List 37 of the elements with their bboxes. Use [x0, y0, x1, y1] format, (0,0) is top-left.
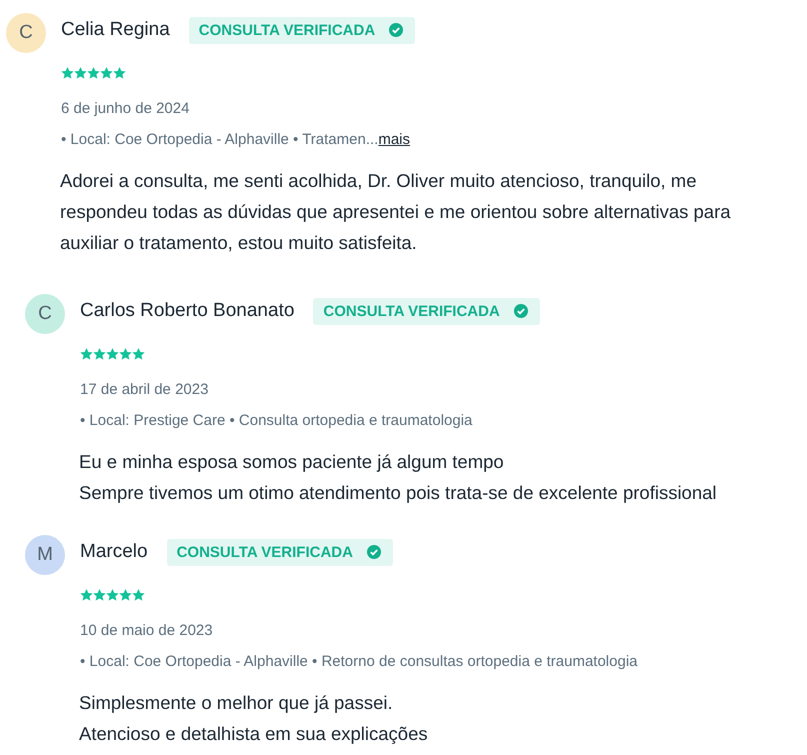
check-circle-icon: [366, 545, 381, 559]
check-circle-icon: [514, 304, 528, 318]
star-icon: [132, 348, 145, 360]
reviewer-name: Marcelo: [80, 541, 148, 563]
review-date: 10 de maio de 2023: [80, 622, 214, 639]
star-icon: [93, 348, 106, 360]
star-icon: [132, 589, 145, 601]
star-icon: [106, 348, 119, 360]
review-comment: Eu e minha esposa somos paciente já algum tempo Sempre tivemos um otimo atendimento pois trata-se de excelente profissional: [79, 450, 718, 505]
review-comment: Adorei a consulta, me senti acolhida, Dr. Oliver muito atencioso, tranquilo, me respondeu todas as dúvidas que apresentei e me orientou sobre alternativas para auxiliar o tratamento, estou muito satisfeita.: [60, 169, 732, 255]
review-date: 6 de junho de 2024: [61, 100, 190, 117]
avatar: M: [25, 535, 65, 575]
visit-details: • Local: Coe Ortopedia - Alphaville • Retorno de consultas ortopedia e traumatologia: [80, 653, 638, 670]
more-link[interactable]: mais: [378, 131, 410, 148]
badge-label: CONSULTA VERIFICADA: [176, 544, 353, 560]
avatar: C: [25, 294, 65, 334]
visit-details: • Local: Prestige Care • Consulta ortopedia e traumatologia: [80, 412, 472, 429]
star-icon: [106, 589, 119, 601]
star-icon: [74, 67, 87, 79]
star-icon: [87, 67, 100, 79]
star-icon: [100, 67, 113, 79]
star-icon: [119, 348, 132, 360]
reviewer-name: Carlos Roberto Bonanato: [80, 300, 294, 322]
star-icon: [119, 589, 132, 601]
badge-label: CONSULTA VERIFICADA: [323, 302, 500, 320]
star-icon: [93, 589, 106, 601]
star-icon: [61, 67, 74, 79]
review-date: 17 de abril de 2023: [80, 381, 210, 398]
star-icon: [80, 348, 93, 360]
reviewer-name: Celia Regina: [61, 19, 170, 41]
star-icon: [113, 67, 126, 79]
review-comment: Simplesmente o melhor que já passei. Atencioso e detalhista em sua explicações: [79, 691, 429, 746]
badge-label: CONSULTA VERIFICADA: [198, 22, 376, 38]
check-circle-icon: [389, 23, 404, 37]
star-icon: [80, 589, 93, 601]
avatar: C: [6, 13, 46, 53]
visit-details: • Local: Coe Ortopedia - Alphaville • Tratamen...: [61, 131, 378, 148]
